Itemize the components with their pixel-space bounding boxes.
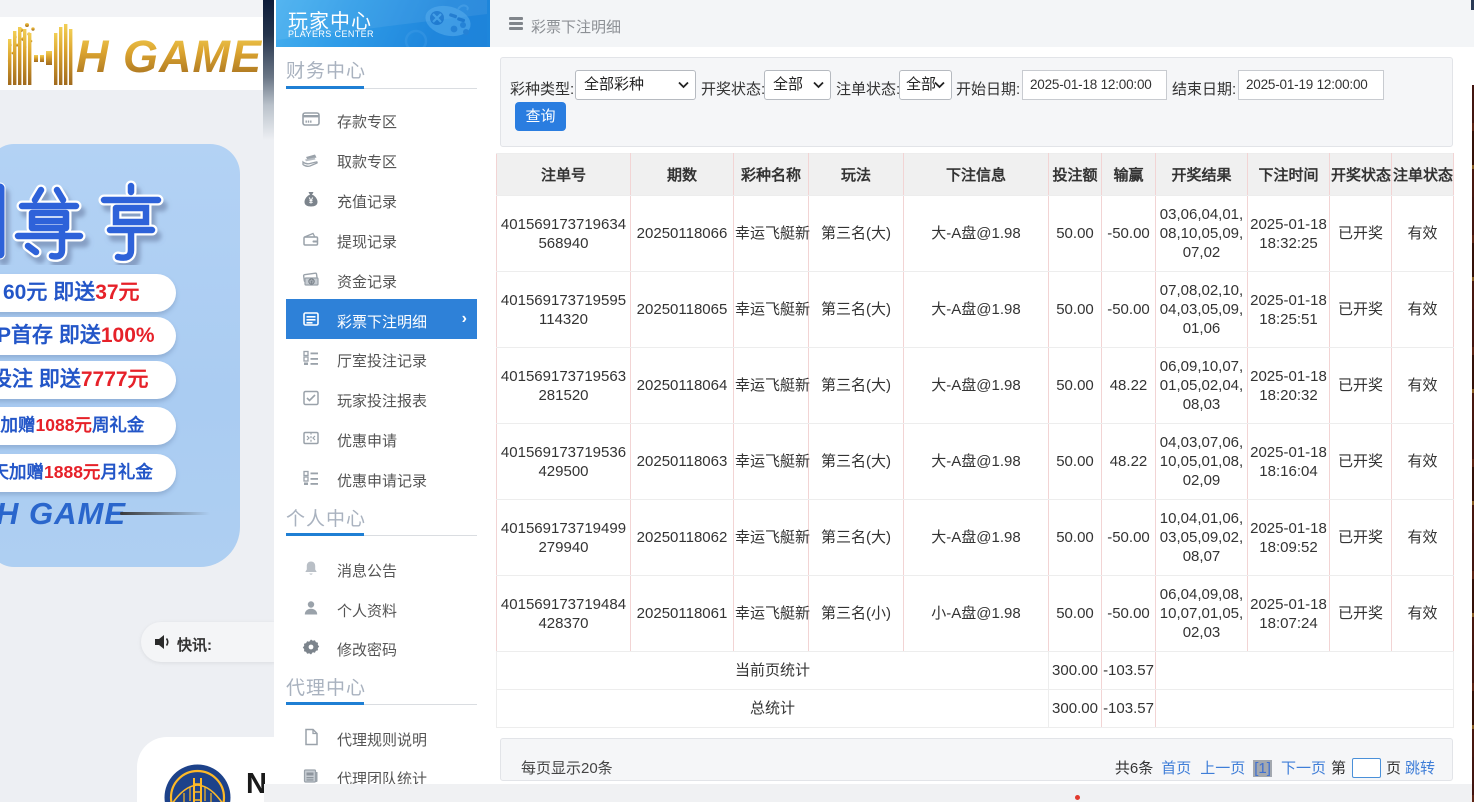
svg-text:¥: ¥ [309, 197, 314, 206]
svg-text:H GAME: H GAME [76, 31, 263, 82]
